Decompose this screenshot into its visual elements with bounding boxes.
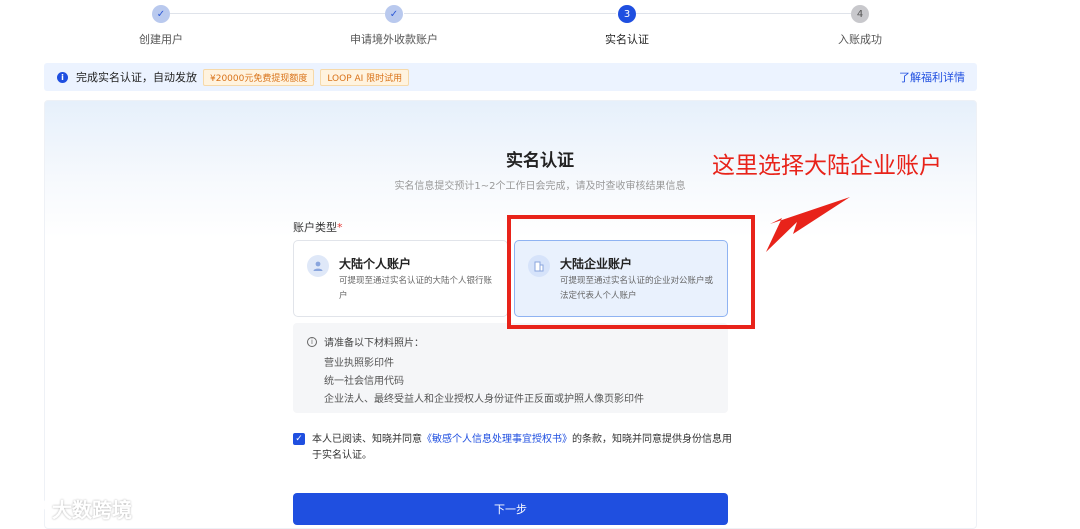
annotation-arrow-icon: [766, 197, 850, 252]
watermark-logo-icon: [10, 498, 47, 518]
watermark: 大数跨境: [8, 494, 132, 523]
